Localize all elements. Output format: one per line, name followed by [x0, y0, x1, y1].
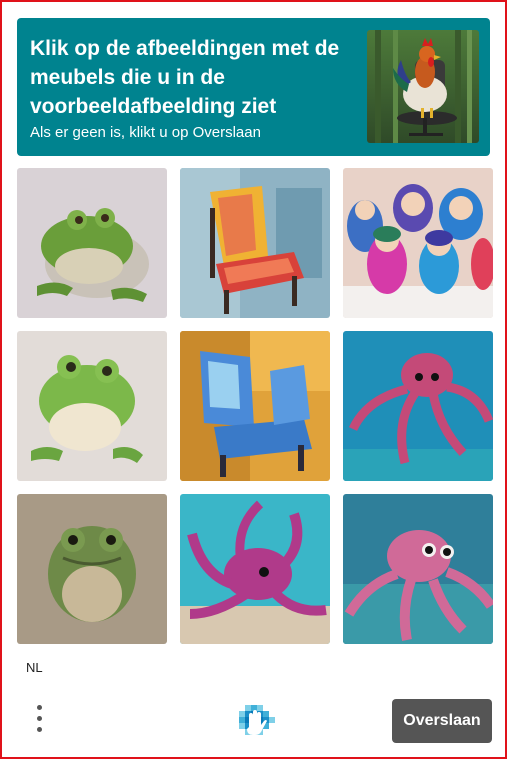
captcha-widget: Klik op de afbeeldingen met de meubels d… — [0, 0, 507, 759]
example-image — [367, 30, 479, 143]
image-tile[interactable] — [180, 168, 330, 318]
image-tile[interactable] — [17, 168, 167, 318]
more-vertical-icon[interactable] — [30, 702, 50, 736]
image-tile[interactable] — [343, 168, 493, 318]
image-tile[interactable] — [17, 494, 167, 644]
challenge-header: Klik op de afbeeldingen met de meubels d… — [17, 18, 490, 156]
image-tile[interactable] — [180, 494, 330, 644]
image-tile[interactable] — [343, 494, 493, 644]
image-tile[interactable] — [343, 331, 493, 481]
hcaptcha-hand-icon[interactable] — [235, 701, 277, 741]
image-tile[interactable] — [180, 331, 330, 481]
language-selector[interactable]: NL — [26, 660, 43, 675]
skip-button[interactable]: Overslaan — [392, 699, 492, 743]
challenge-subprompt: Als er geen is, klikt u op Overslaan — [30, 124, 261, 141]
challenge-prompt: Klik op de afbeeldingen met de meubels d… — [30, 37, 340, 118]
image-grid — [17, 168, 493, 646]
image-tile[interactable] — [17, 331, 167, 481]
